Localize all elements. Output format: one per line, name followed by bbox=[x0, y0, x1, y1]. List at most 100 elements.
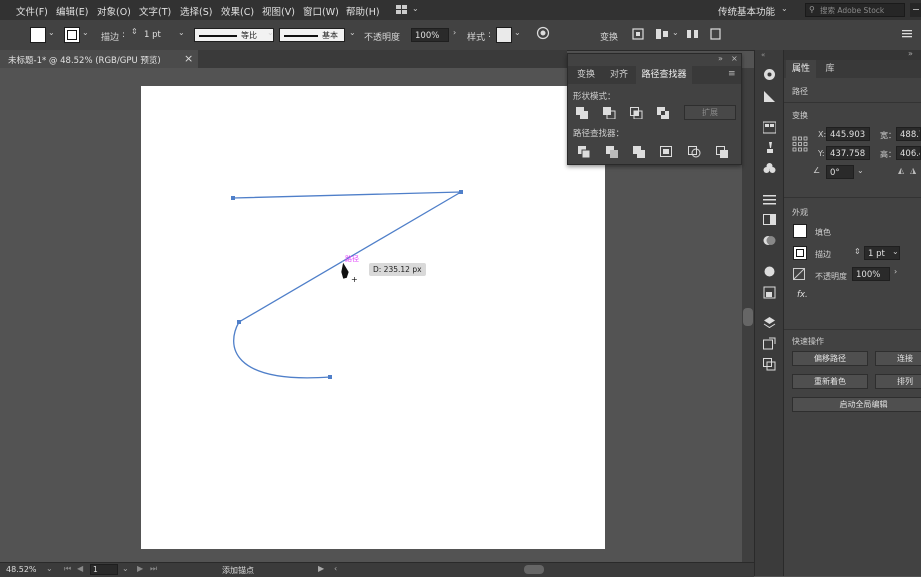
tab-properties[interactable]: 属性 bbox=[786, 60, 816, 78]
workspace-chevron-icon[interactable]: ⌄ bbox=[781, 4, 788, 13]
artboard-chevron-icon[interactable]: ⌄ bbox=[122, 564, 129, 573]
stroke-label: 描边 bbox=[815, 250, 831, 259]
artboard-number-input[interactable]: 1 bbox=[90, 564, 118, 575]
graphic-styles-icon[interactable] bbox=[763, 286, 776, 299]
selected-path[interactable] bbox=[232, 191, 462, 379]
zoom-chevron-icon[interactable]: ⌄ bbox=[46, 564, 53, 573]
fill-label: 填色 bbox=[815, 228, 831, 237]
collapse-properties-icon[interactable]: » bbox=[908, 49, 913, 58]
angle-chevron-icon[interactable]: ⌄ bbox=[857, 166, 864, 175]
color-panel-icon[interactable] bbox=[763, 68, 776, 81]
artboards-icon[interactable] bbox=[763, 358, 776, 371]
y-label: Y: bbox=[818, 149, 825, 158]
intersect-icon[interactable] bbox=[630, 107, 643, 119]
pathfinder-panel: » × 变换 对齐 路径查找器 ≡ 形状模式： 扩展 路径查找器： bbox=[567, 53, 742, 165]
minus-front-icon[interactable] bbox=[603, 107, 616, 119]
start-global-edit-button[interactable]: 启动全局编辑 bbox=[792, 397, 921, 412]
properties-panel: » 属性 库 路径 变换 X: 445.903 Y: 437.758 宽： 48… bbox=[784, 49, 921, 576]
minus-back-icon[interactable] bbox=[716, 146, 729, 158]
flip-vertical-icon[interactable]: ◮ bbox=[910, 166, 916, 175]
transparency-icon[interactable] bbox=[763, 234, 776, 247]
status-arrow-icon[interactable]: ▶ bbox=[318, 564, 324, 573]
quick-actions-title: 快速操作 bbox=[792, 337, 824, 346]
anchor-point[interactable] bbox=[328, 375, 332, 379]
rotate-angle-icon: ∠ bbox=[813, 166, 821, 175]
exclude-icon[interactable] bbox=[657, 107, 670, 119]
pathfinders-label: 路径查找器： bbox=[573, 129, 625, 139]
control-menu-icon[interactable] bbox=[900, 27, 914, 41]
flip-horizontal-icon[interactable]: ◭ bbox=[898, 166, 904, 175]
first-artboard-icon[interactable]: ⏮ bbox=[64, 564, 71, 574]
tab-transform[interactable]: 变换 bbox=[571, 66, 601, 84]
crop-icon[interactable] bbox=[660, 146, 673, 158]
opacity-label: 不透明度 bbox=[815, 272, 847, 281]
tab-align[interactable]: 对齐 bbox=[604, 66, 634, 84]
appearance-section-title: 外观 bbox=[792, 208, 808, 217]
x-position-input[interactable]: 445.903 bbox=[826, 127, 870, 141]
stroke-swatch[interactable] bbox=[793, 246, 807, 260]
collapse-panel-icon[interactable]: » bbox=[718, 54, 723, 63]
close-panel-icon[interactable]: × bbox=[731, 54, 738, 63]
reference-point-icon[interactable] bbox=[792, 136, 808, 152]
last-artboard-icon[interactable]: ⏭ bbox=[150, 564, 157, 574]
status-bar: 48.52% ⌄ ⏮ ◀ 1 ⌄ ▶ ⏭ 添加锚点 ▶ ‹ bbox=[0, 562, 754, 577]
join-button[interactable]: 连接 bbox=[875, 351, 921, 366]
gradient-icon[interactable] bbox=[763, 213, 776, 226]
offset-path-button[interactable]: 偏移路径 bbox=[792, 351, 868, 366]
stroke-chevron-icon[interactable]: ⌄ bbox=[892, 247, 899, 256]
expand-panels-icon[interactable]: « bbox=[761, 51, 765, 59]
swatches-icon[interactable] bbox=[763, 121, 776, 134]
vertical-scrollbar[interactable] bbox=[742, 68, 754, 562]
height-input[interactable]: 406.4 bbox=[896, 146, 921, 160]
minimize-button[interactable] bbox=[910, 3, 921, 17]
shape-modes-label: 形状模式： bbox=[573, 92, 616, 102]
panel-icon-strip: « bbox=[754, 50, 784, 576]
trim-icon[interactable] bbox=[606, 146, 619, 158]
layers-icon[interactable] bbox=[763, 316, 776, 329]
rotate-angle-input[interactable]: 0° bbox=[826, 165, 854, 179]
divide-icon[interactable] bbox=[578, 146, 591, 158]
export-assets-icon[interactable] bbox=[763, 337, 776, 350]
selection-type-label: 路径 bbox=[792, 87, 808, 96]
arrange-button[interactable]: 排列 bbox=[875, 374, 921, 389]
effects-icon[interactable]: fx. bbox=[797, 290, 808, 300]
width-input[interactable]: 488.7 bbox=[896, 127, 921, 141]
opacity-arrow-icon[interactable]: › bbox=[894, 267, 897, 276]
brushes-icon[interactable] bbox=[763, 141, 776, 154]
tab-libraries[interactable]: 库 bbox=[820, 60, 840, 78]
horizontal-scroll-thumb[interactable] bbox=[524, 565, 544, 574]
outline-icon[interactable] bbox=[688, 146, 701, 158]
color-guide-icon[interactable] bbox=[763, 90, 776, 103]
stroke-panel-icon[interactable] bbox=[763, 193, 776, 206]
unite-icon[interactable] bbox=[576, 107, 589, 119]
anchor-point[interactable] bbox=[459, 190, 463, 194]
symbols-icon[interactable] bbox=[763, 162, 776, 175]
y-position-input[interactable]: 437.758 bbox=[826, 146, 870, 160]
zoom-level[interactable]: 48.52% bbox=[6, 565, 37, 574]
anchor-point[interactable] bbox=[237, 320, 241, 324]
anchor-point[interactable] bbox=[231, 196, 235, 200]
recolor-button[interactable]: 重新着色 bbox=[792, 374, 868, 389]
scroll-left-icon[interactable]: ‹ bbox=[334, 564, 337, 573]
appearance-icon[interactable] bbox=[763, 265, 776, 278]
measurement-tooltip: D: 235.12 px bbox=[369, 263, 426, 276]
stroke-weight-stepper-icon[interactable]: ⇕ bbox=[854, 247, 861, 256]
opacity-field[interactable]: 100% bbox=[852, 267, 890, 281]
pen-cursor-icon: + bbox=[340, 261, 358, 284]
opacity-icon bbox=[793, 268, 805, 280]
fill-swatch[interactable] bbox=[793, 224, 807, 238]
height-label: 高： bbox=[880, 150, 896, 159]
tab-pathfinder[interactable]: 路径查找器 bbox=[636, 66, 692, 84]
previous-artboard-icon[interactable]: ◀ bbox=[77, 564, 83, 573]
svg-text:+: + bbox=[351, 275, 358, 284]
expand-button[interactable]: 扩展 bbox=[684, 105, 736, 120]
search-icon: ⚲ bbox=[809, 5, 815, 14]
panel-menu-icon[interactable]: ≡ bbox=[728, 69, 736, 79]
scroll-thumb[interactable] bbox=[743, 308, 753, 326]
transform-section-title: 变换 bbox=[792, 111, 808, 120]
merge-icon[interactable] bbox=[633, 146, 646, 158]
stock-search-box[interactable]: ⚲ 搜索 Adobe Stock bbox=[805, 3, 905, 17]
next-artboard-icon[interactable]: ▶ bbox=[137, 564, 143, 573]
search-placeholder: 搜索 Adobe Stock bbox=[820, 6, 885, 15]
current-tool-hint: 添加锚点 bbox=[222, 566, 254, 575]
